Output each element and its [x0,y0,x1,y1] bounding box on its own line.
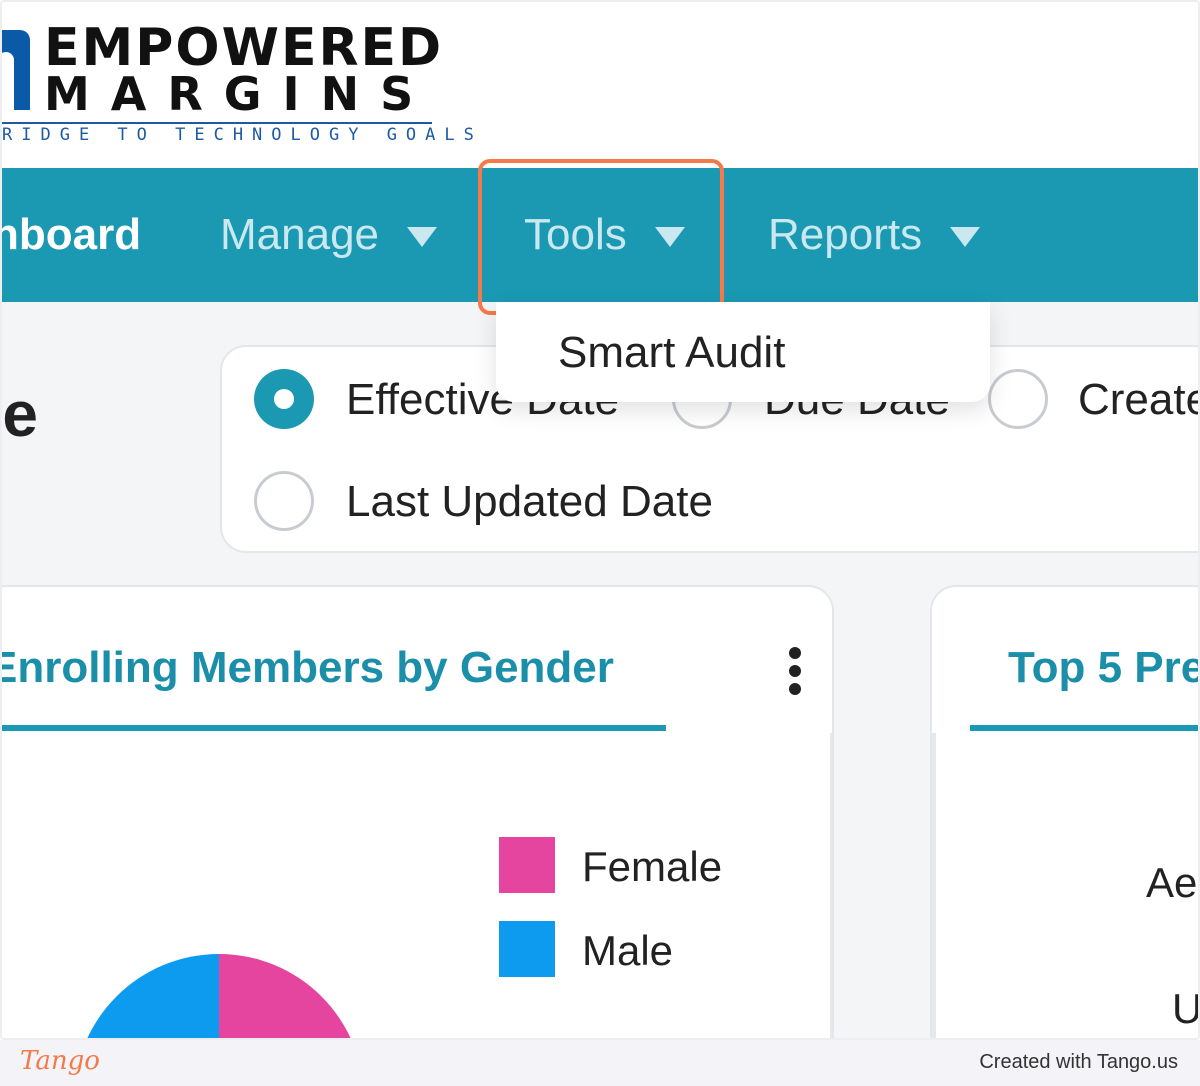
pie-slice-female[interactable] [219,954,364,1040]
radio-label-last-updated-date: Last Updated Date [346,477,713,526]
card-title-underline [970,725,1198,731]
tools-dropdown-menu: Smart Audit [496,302,990,402]
nav-item-label: hboard [0,210,142,259]
legend-swatch-male [499,921,555,977]
nav-item-tools[interactable]: Tools [524,168,685,302]
radio-label-created-date: Create [1078,375,1200,424]
top5-card: Top 5 Pre Aet U [930,585,1200,1038]
legend-swatch-female [499,837,555,893]
nav-item-dashboard[interactable]: hboard [0,168,142,302]
footer: Tango Created with Tango.us [0,1040,1200,1086]
tango-logo[interactable]: Tango [20,1046,100,1076]
nav-item-label: Tools [524,210,627,259]
radio-last-updated-date[interactable] [254,471,314,531]
row-label: U [1172,985,1200,1032]
nav-item-label: Manage [220,210,380,259]
logo-mark-icon [2,30,30,110]
legend-label-female: Female [582,843,723,890]
caret-down-icon [950,227,981,247]
caret-down-icon [654,227,685,247]
row-label: Aet [1146,859,1198,906]
card-title: Top 5 Pre [1008,643,1200,692]
header: EMPOWERED MARGINS RIDGE TO TECHNOLOGY GO… [2,2,1198,168]
main-navbar: hboard Manage Tools Reports [0,168,1198,302]
logo-text-line2: MARGINS [44,67,435,121]
card-title-underline [2,725,666,731]
nav-item-reports[interactable]: Reports [768,168,981,302]
gender-pie-chart [74,954,364,1040]
page-title-line2: ta [2,456,38,540]
card-title: Enrolling Members by Gender [0,643,614,692]
legend-label-male: Male [582,927,674,974]
caret-down-icon [407,227,438,247]
app-frame: EMPOWERED MARGINS RIDGE TO TECHNOLOGY GO… [0,0,1200,1040]
footer-credit: Created with Tango.us [979,1051,1178,1073]
pie-slice-male[interactable] [74,954,219,1040]
radio-effective-date[interactable] [254,369,314,429]
logo-tagline: RIDGE TO TECHNOLOGY GOALS [2,125,483,145]
page-title: ote ta [2,372,38,540]
more-options-icon[interactable] [789,647,803,701]
nav-item-label: Reports [768,210,923,259]
page-title-line1: ote [2,378,38,450]
menu-item-smart-audit[interactable]: Smart Audit [558,328,785,378]
nav-item-manage[interactable]: Manage [220,168,438,302]
radio-created-date[interactable] [988,369,1048,429]
